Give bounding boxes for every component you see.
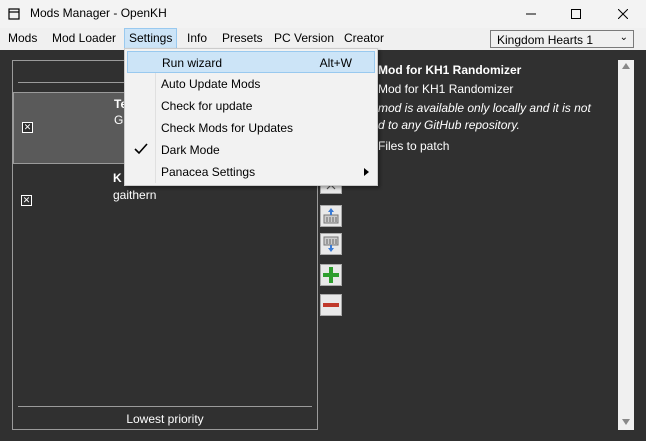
- checkmark-icon: [134, 143, 148, 155]
- mod-details-description-text: mod is available only locally and it is …: [378, 101, 591, 132]
- menu-item-label: Dark Mode: [161, 143, 220, 157]
- mod-enabled-checkbox[interactable]: ✕: [21, 195, 32, 206]
- menu-item-label: Run wizard: [162, 56, 223, 70]
- title-bar: Mods Manager - OpenKH: [0, 0, 646, 28]
- lowest-priority-label: Lowest priority: [126, 412, 204, 426]
- maximize-button[interactable]: [553, 0, 599, 28]
- submenu-arrow-icon: [364, 168, 369, 176]
- scrollbar-thumb[interactable]: [620, 74, 632, 414]
- close-button[interactable]: [600, 0, 646, 28]
- mod-author: G: [114, 113, 124, 127]
- import-icon: [323, 236, 339, 252]
- game-select-value: Kingdom Hearts 1: [497, 33, 594, 47]
- export-icon: [323, 208, 339, 224]
- minimize-button[interactable]: [508, 0, 554, 28]
- mod-details-title: Mod for KH1 Randomizer: [378, 63, 522, 77]
- menu-mods[interactable]: Mods: [4, 28, 41, 49]
- mod-author: gaithern: [113, 188, 157, 202]
- mod-details-description: mod is available only locally and it is …: [378, 100, 618, 134]
- menu-item-dark-mode[interactable]: Dark Mode: [127, 139, 375, 161]
- menu-settings[interactable]: Settings: [124, 28, 178, 49]
- menu-mod-loader[interactable]: Mod Loader: [48, 28, 120, 49]
- close-icon: [618, 9, 628, 19]
- remove-mod-button[interactable]: [320, 294, 342, 316]
- add-icon: [323, 267, 339, 283]
- menu-item-label: Check for update: [161, 99, 253, 113]
- menu-pc-version[interactable]: PC Version: [270, 28, 338, 49]
- menu-presets[interactable]: Presets: [218, 28, 267, 49]
- menu-item-auto-update-mods[interactable]: Auto Update Mods: [127, 73, 375, 95]
- menu-item-check-mods-for-updates[interactable]: Check Mods for Updates: [127, 117, 375, 139]
- scroll-down-icon[interactable]: [622, 419, 630, 425]
- scroll-up-icon[interactable]: [622, 63, 630, 69]
- menu-item-label: Panacea Settings: [161, 165, 256, 179]
- game-select[interactable]: Kingdom Hearts 1 ⌄: [490, 30, 634, 48]
- files-to-patch-label: Files to patch: [378, 139, 450, 153]
- menu-info[interactable]: Info: [183, 28, 211, 49]
- add-mod-button[interactable]: [320, 264, 342, 286]
- menu-item-shortcut: Alt+W: [319, 56, 352, 70]
- menu-item-check-for-update[interactable]: Check for update: [127, 95, 375, 117]
- details-scrollbar[interactable]: [618, 60, 634, 430]
- app-icon: [8, 8, 20, 20]
- menu-creator[interactable]: Creator: [340, 28, 388, 49]
- remove-icon: [323, 303, 339, 307]
- maximize-icon: [571, 9, 581, 19]
- mod-title: K: [113, 171, 122, 185]
- settings-dropdown-menu: Run wizard Alt+W Auto Update Mods Check …: [124, 48, 378, 186]
- import-button[interactable]: [320, 233, 342, 255]
- menu-item-label: Check Mods for Updates: [161, 121, 294, 135]
- mod-details-subtitle: Mod for KH1 Randomizer: [378, 82, 514, 96]
- menu-item-run-wizard[interactable]: Run wizard Alt+W: [127, 51, 375, 73]
- menu-bar: Mods Mod Loader Settings Info Presets PC…: [0, 28, 646, 50]
- dropdown-chevron-icon: ⌄: [619, 32, 628, 43]
- minimize-icon: [526, 13, 536, 15]
- mod-enabled-checkbox[interactable]: ✕: [22, 122, 33, 133]
- window-title: Mods Manager - OpenKH: [30, 6, 167, 20]
- menu-item-panacea-settings[interactable]: Panacea Settings: [127, 161, 375, 183]
- menu-item-label: Auto Update Mods: [161, 77, 261, 91]
- export-button[interactable]: [320, 205, 342, 227]
- divider: [18, 406, 312, 407]
